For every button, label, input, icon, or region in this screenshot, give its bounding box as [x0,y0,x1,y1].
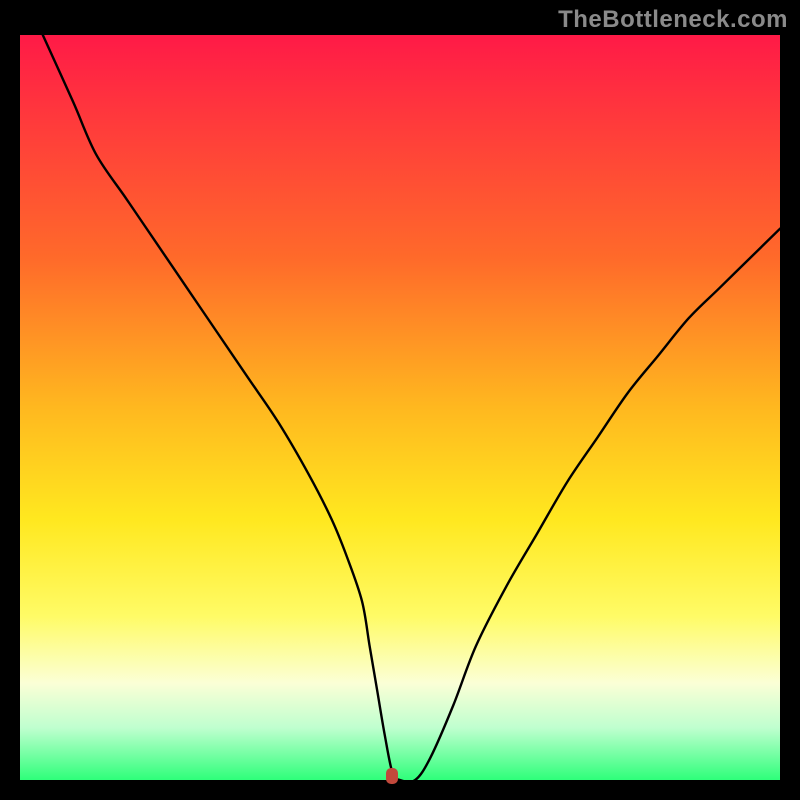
plot-area [20,35,780,780]
watermark-text: TheBottleneck.com [558,6,788,34]
chart-frame: TheBottleneck.com [0,0,800,800]
optimal-point-marker [386,768,398,784]
bottleneck-curve [20,35,780,780]
